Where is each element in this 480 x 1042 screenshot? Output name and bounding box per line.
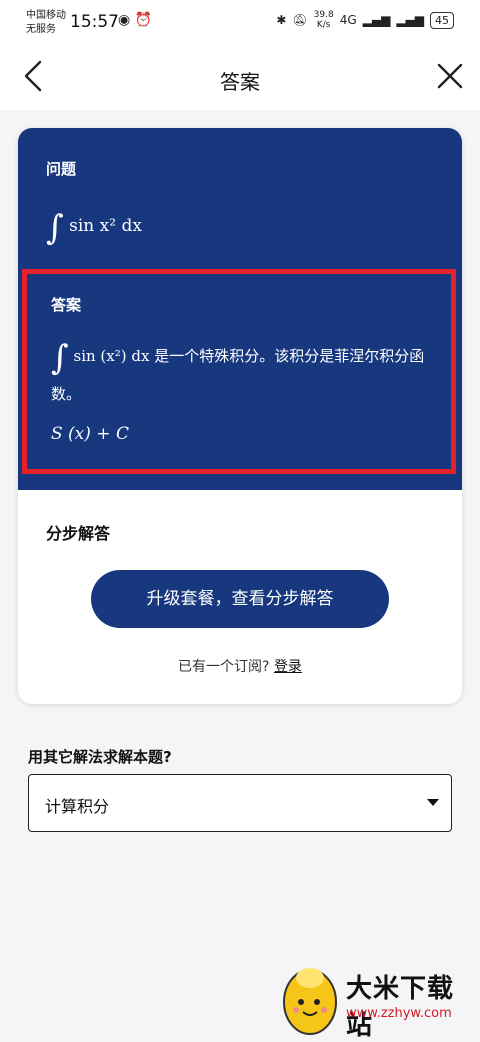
question-math: sin x² dx — [69, 216, 142, 236]
answer-body: ∫ sin (x²) dx 是一个特殊积分。该积分是菲涅尔积分函数。 — [51, 338, 441, 412]
subscription-line: 已有一个订阅? 登录 — [18, 656, 462, 676]
close-icon — [437, 63, 463, 89]
method-select[interactable]: 计算积分 — [28, 774, 452, 832]
watermark-brand: 大米下载站 — [346, 974, 455, 1041]
question-expression: ∫ sin x² dx — [46, 208, 142, 248]
mascot-logo-icon — [283, 968, 337, 1035]
net-speed-unit: K/s — [316, 20, 331, 30]
net-speed: 39.8 K/s — [314, 10, 334, 30]
watermark: 大米下载站 www.zzhyw.com — [278, 958, 478, 1041]
close-button[interactable] — [430, 56, 470, 96]
watermark-url-www: www. — [346, 1006, 381, 1021]
carrier-info: 中国移动 无服务 — [26, 9, 66, 37]
steps-label: 分步解答 — [46, 524, 111, 543]
other-methods-label: 用其它解法求解本题? — [28, 748, 172, 766]
answer-label: 答案 — [51, 296, 82, 314]
caret-down-icon — [427, 799, 439, 806]
integral-symbol: ∫ — [51, 338, 69, 378]
bluetooth-icon: ✱ — [276, 13, 287, 27]
watermark-url: www.zzhyw.com — [346, 1006, 452, 1021]
login-link[interactable]: 登录 — [274, 659, 302, 675]
method-select-value: 计算积分 — [45, 797, 110, 816]
solution-panel: 问题 ∫ sin x² dx 答案 ∫ sin (x²) dx 是一个特殊积分。… — [18, 128, 462, 490]
question-label: 问题 — [46, 160, 77, 178]
upgrade-button[interactable]: 升级套餐，查看分步解答 — [91, 570, 389, 628]
status-time: 15:57 — [70, 12, 119, 32]
status-right-icons: ✱ 🔕︎ 39.8 K/s 4G ▂▄▆ ▂▄▆ 45 — [276, 10, 454, 30]
signal-2-icon: ▂▄▆ — [396, 13, 424, 27]
signal-icon: ▂▄▆ — [362, 13, 391, 27]
carrier-name: 中国移动 — [26, 10, 66, 21]
status-bar: 中国移动 无服务 15:57 ◉ ⏰ ✱ 🔕︎ 39.8 K/s 4G ▂▄▆ … — [0, 0, 480, 44]
answer-result: S (x) + C — [51, 424, 129, 444]
nav-bar: 答案 — [0, 44, 480, 110]
net-speed-value: 39.8 — [313, 10, 334, 20]
solution-card: 问题 ∫ sin x² dx 答案 ∫ sin (x²) dx 是一个特殊积分。… — [18, 128, 462, 704]
network-type: 4G — [339, 13, 357, 27]
page-title: 答案 — [220, 70, 260, 94]
mute-icon: 🔕︎ — [292, 13, 308, 27]
watermark-url-tld: .com — [419, 1006, 452, 1021]
integral-symbol: ∫ — [46, 208, 64, 248]
eye-icon: ◉ — [118, 12, 131, 28]
carrier-service: 无服务 — [26, 24, 56, 35]
status-left-icons: ◉ ⏰ — [118, 12, 152, 28]
alarm-icon: ⏰ — [134, 12, 153, 28]
answer-math: sin (x²) dx — [73, 347, 150, 365]
answer-highlight-box: 答案 ∫ sin (x²) dx 是一个特殊积分。该积分是菲涅尔积分函数。 S … — [22, 269, 456, 474]
subscription-prompt: 已有一个订阅? — [178, 659, 270, 675]
watermark-url-domain: zzhyw — [380, 1006, 420, 1021]
battery-icon: 45 — [430, 11, 454, 29]
